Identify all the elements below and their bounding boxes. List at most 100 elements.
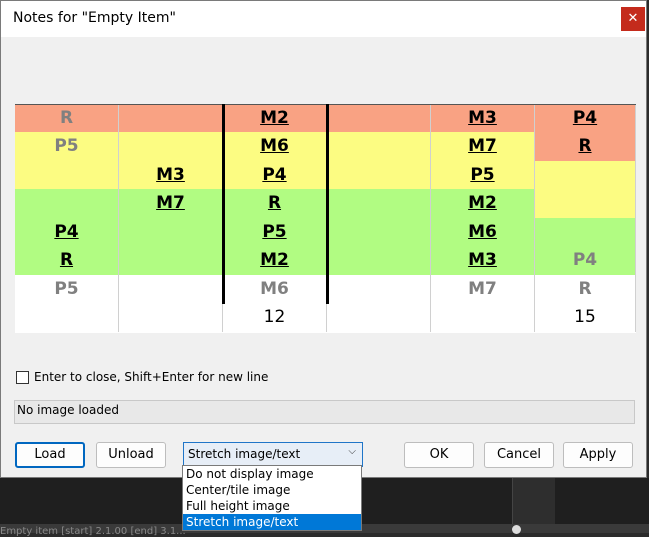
- grid-cell: [327, 189, 431, 218]
- grid-cell-text: R: [267, 193, 282, 213]
- grid-cell: [327, 303, 431, 332]
- grid-cell: M2: [431, 189, 535, 218]
- grid-cell: M6: [223, 132, 327, 161]
- grid-cell-text: M2: [260, 250, 289, 270]
- grid-cell: P4: [223, 161, 327, 189]
- measure-bar-line: [326, 104, 329, 304]
- grid-cell: 15: [535, 303, 636, 332]
- grid-cell: [119, 218, 223, 246]
- grid-cell-text: P4: [262, 165, 287, 185]
- grid-cell-text: P5: [54, 279, 79, 299]
- grid-cell-text: 15: [574, 307, 596, 327]
- notes-preview: R M2 M3 P4 P5 M6 M7 R M3 P4 P5 M7 R M2 P4 P5 M6 R M2 M3 P4 P5…: [15, 104, 636, 333]
- grid-cell-text: P4: [54, 222, 79, 242]
- grid-cell-text: M6: [260, 279, 289, 299]
- grid-cell: R: [223, 189, 327, 218]
- grid-cell: M6: [431, 218, 535, 246]
- grid-cell-text: M3: [468, 108, 497, 128]
- grid-cell: P5: [431, 161, 535, 189]
- grid-cell: M3: [431, 104, 535, 132]
- grid-cell-text: R: [578, 279, 592, 299]
- grid-cell-text: M3: [468, 250, 497, 270]
- grid-cell: M7: [119, 189, 223, 218]
- chevron-down-icon: ⌵: [348, 446, 356, 457]
- grid-cell-text: M2: [260, 108, 289, 128]
- grid-cell-text: M6: [260, 136, 289, 156]
- apply-button[interactable]: Apply: [563, 442, 633, 468]
- grid-cell-text: 12: [263, 307, 286, 327]
- grid-cell: P4: [15, 218, 119, 246]
- grid-cell-text: R: [59, 108, 74, 128]
- grid-cell: [119, 132, 223, 161]
- grid-cell: [15, 303, 119, 332]
- grid-cell: [327, 275, 431, 303]
- grid-cell: M7: [431, 275, 535, 303]
- grid-cell: R: [15, 104, 119, 132]
- grid-cell: R: [15, 246, 119, 275]
- title-bar: Notes for "Empty Item" ✕: [1, 1, 646, 37]
- grid-cell-text: P4: [572, 108, 598, 128]
- option-full-height[interactable]: Full height image: [183, 498, 361, 514]
- image-mode-select[interactable]: Stretch image/text ⌵: [183, 442, 363, 467]
- image-mode-value: Stretch image/text: [188, 447, 301, 461]
- grid-cell: M3: [119, 161, 223, 189]
- grid-cell: P5: [223, 218, 327, 246]
- grid-cell: [119, 303, 223, 332]
- grid-cell: [119, 246, 223, 275]
- load-button[interactable]: Load: [15, 442, 85, 468]
- grid-cell: M2: [223, 104, 327, 132]
- grid-cell: [15, 189, 119, 218]
- background-panel: [512, 478, 555, 524]
- dialog-title: Notes for "Empty Item": [13, 10, 176, 26]
- grid-cell: [327, 246, 431, 275]
- grid-cell-text: M2: [468, 193, 497, 213]
- grid-cell: P5: [15, 132, 119, 161]
- background-status-text: Empty item [start] 2.1.00 [end] 3.1...: [0, 526, 186, 537]
- grid-cell: [15, 161, 119, 189]
- ok-button[interactable]: OK: [404, 442, 474, 468]
- grid-cell: [327, 132, 431, 161]
- grid-cell: M7: [431, 132, 535, 161]
- grid-cell: [327, 104, 431, 132]
- grid-cell: 12: [223, 303, 327, 332]
- grid-cell-text: M3: [156, 165, 185, 185]
- grid-cell: [431, 303, 535, 332]
- grid-cell: [535, 189, 636, 218]
- grid-cell: R: [535, 275, 636, 303]
- grid-cell-text: P5: [54, 136, 79, 156]
- grid-cell: [327, 161, 431, 189]
- notes-dialog: Notes for "Empty Item" ✕ R M2 M3 P4 P5 M6 M7 R M…: [0, 0, 647, 478]
- grid-cell-text: R: [578, 136, 592, 156]
- image-status-text: No image loaded: [17, 403, 119, 417]
- preview-grid: R M2 M3 P4 P5 M6 M7 R M3 P4 P5 M7 R M2 P4 P5 M6 R M2 M3 P4 P5…: [15, 104, 636, 333]
- grid-cell: [327, 218, 431, 246]
- grid-cell: P4: [535, 104, 636, 132]
- grid-cell: [119, 104, 223, 132]
- grid-cell: [119, 275, 223, 303]
- image-mode-dropdown: Do not display image Center/tile image F…: [182, 465, 362, 531]
- enter-to-close-label[interactable]: Enter to close, Shift+Enter for new line: [34, 370, 268, 384]
- grid-cell: M2: [223, 246, 327, 275]
- grid-cell: M3: [431, 246, 535, 275]
- grid-cell: P5: [15, 275, 119, 303]
- grid-cell-text: R: [59, 250, 74, 270]
- grid-cell-text: P5: [262, 222, 287, 242]
- grid-cell: R: [535, 132, 636, 161]
- grid-cell: M6: [223, 275, 327, 303]
- close-icon: ✕: [627, 11, 639, 26]
- unload-button[interactable]: Unload: [96, 442, 166, 468]
- grid-cell-text: M7: [468, 279, 497, 299]
- grid-cell-text: M6: [468, 222, 497, 242]
- grid-cell-text: P5: [470, 165, 495, 185]
- close-button[interactable]: ✕: [621, 7, 645, 31]
- measure-bar-line: [222, 104, 225, 304]
- option-do-not-display[interactable]: Do not display image: [183, 466, 361, 482]
- cancel-button[interactable]: Cancel: [484, 442, 554, 468]
- grid-cell: P4: [535, 246, 636, 275]
- image-status-field: No image loaded: [14, 400, 635, 424]
- grid-cell-text: P4: [572, 250, 598, 270]
- enter-to-close-checkbox[interactable]: [16, 371, 29, 384]
- option-stretch[interactable]: Stretch image/text: [183, 514, 361, 530]
- option-center-tile[interactable]: Center/tile image: [183, 482, 361, 498]
- grid-cell-text: M7: [468, 136, 497, 156]
